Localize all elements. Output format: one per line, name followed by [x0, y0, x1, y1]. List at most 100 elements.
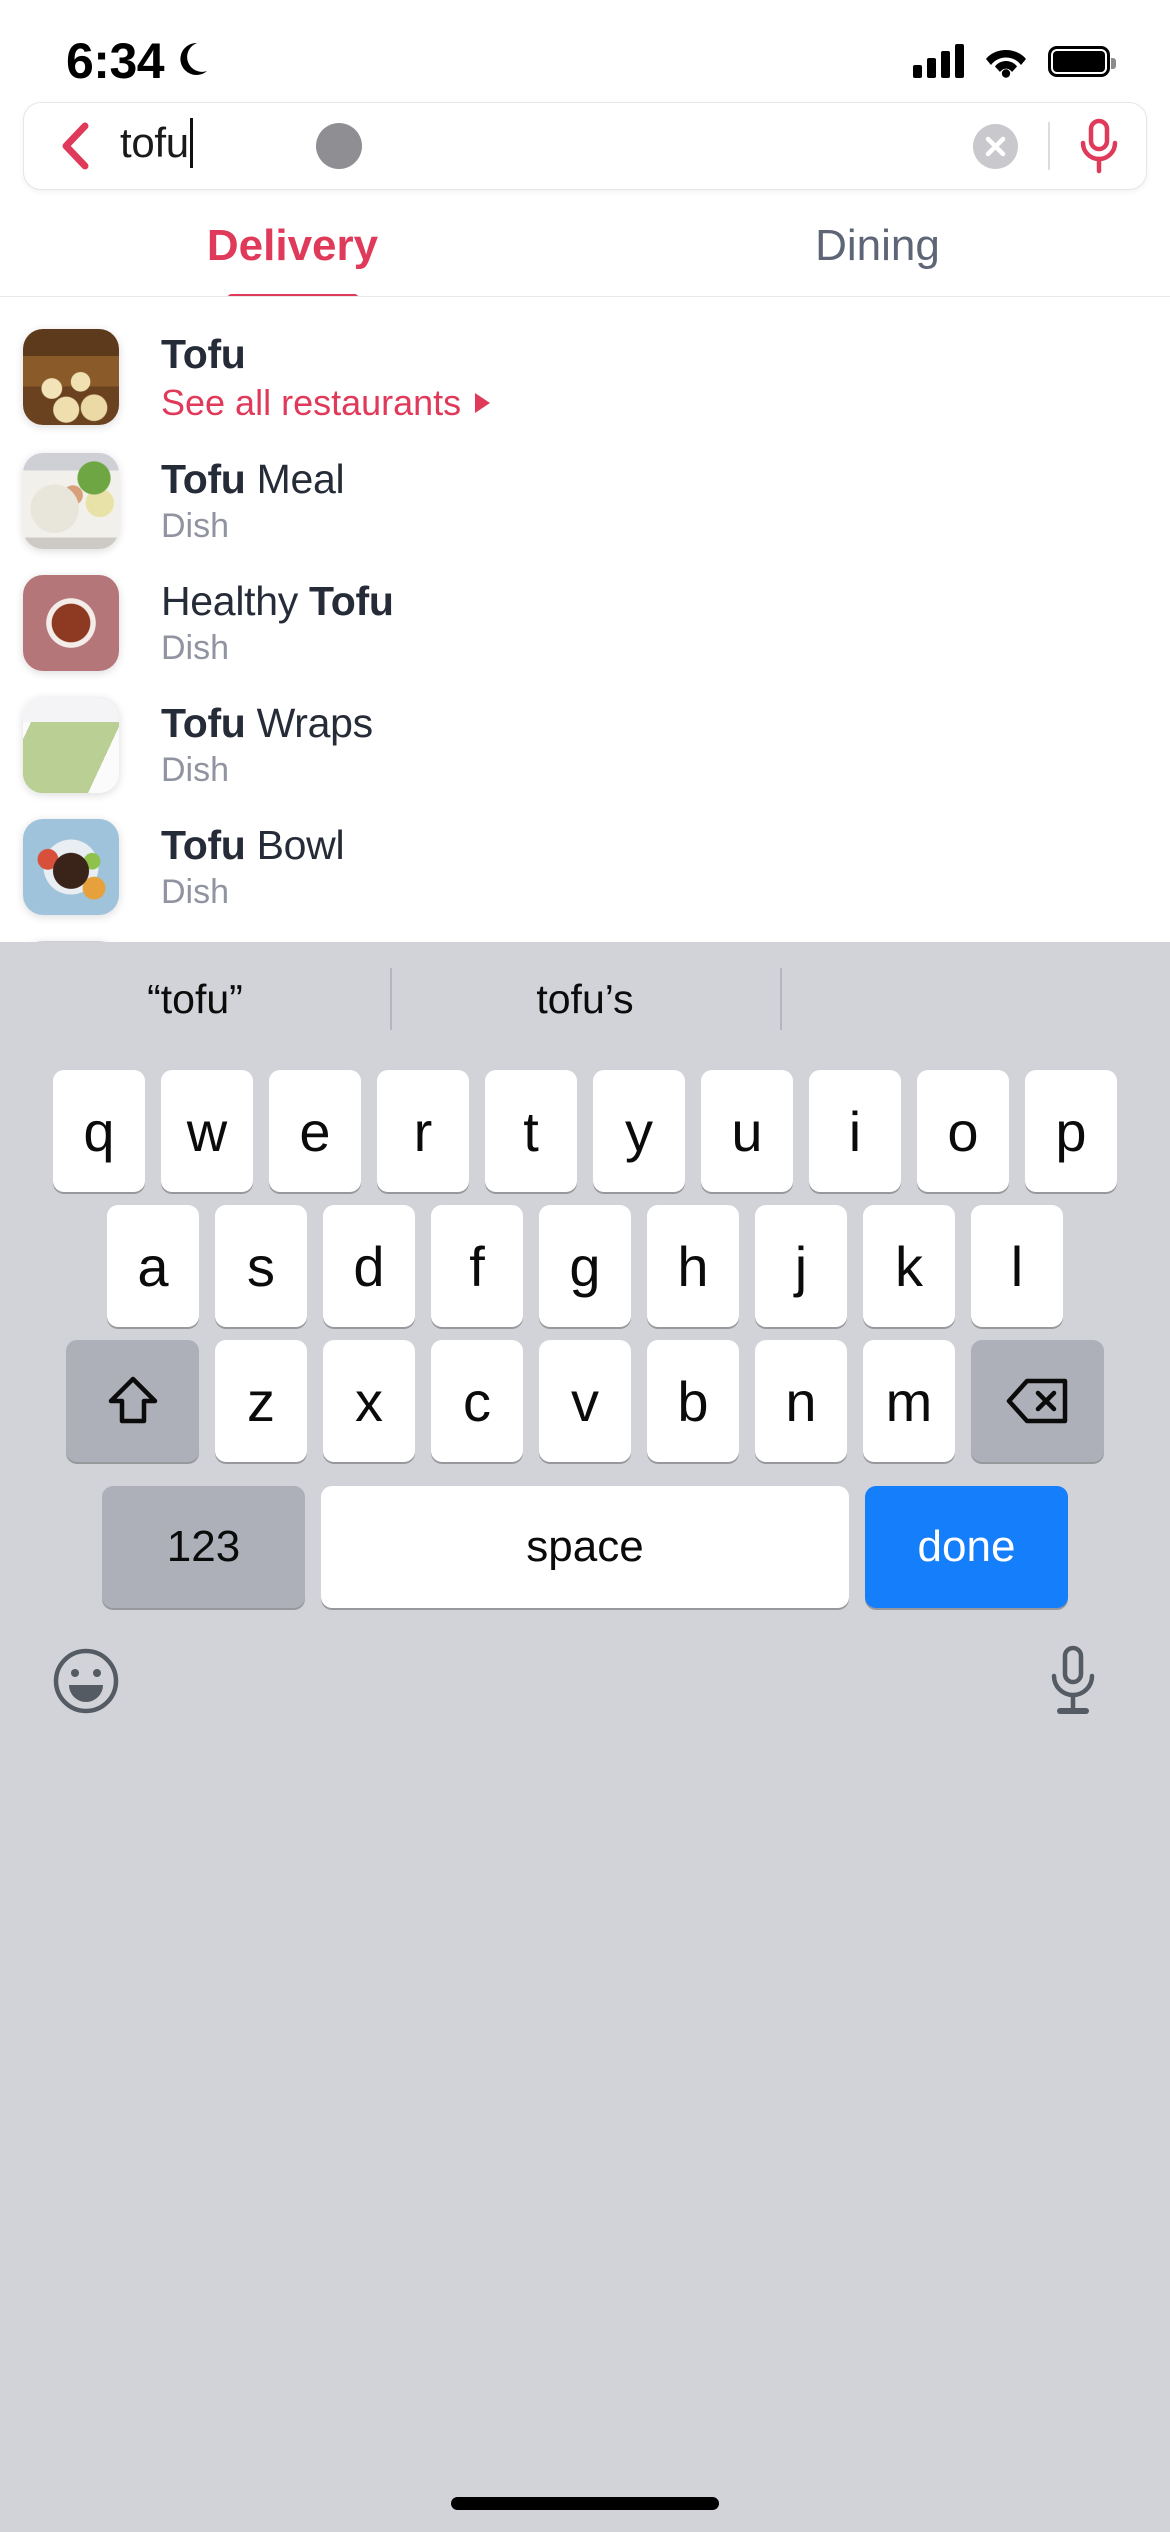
- search-input[interactable]: tofu: [120, 103, 973, 189]
- suggestion-0[interactable]: “tofu”: [0, 942, 390, 1057]
- see-all-restaurants-label: See all restaurants: [161, 381, 462, 423]
- microphone-icon[interactable]: [1078, 118, 1120, 174]
- list-item-title-rest: Meal: [245, 455, 345, 502]
- battery-full-icon: [1048, 45, 1116, 77]
- key-k[interactable]: k: [863, 1205, 955, 1327]
- key-s[interactable]: s: [215, 1205, 307, 1327]
- status-time: 6:34: [66, 33, 165, 89]
- keyboard-row-3: z x c v b n m: [0, 1340, 1170, 1462]
- list-item-title: Healthy Tofu: [161, 579, 394, 623]
- green-wrap-thumbnail: [23, 697, 119, 793]
- backspace-delete-icon: [1006, 1378, 1067, 1424]
- list-item-title: Tofu Wraps: [161, 701, 373, 745]
- crescent-moon-icon: [180, 42, 208, 75]
- search-divider: [1048, 122, 1050, 170]
- list-item[interactable]: Tofu Bowl Dish: [0, 806, 1170, 928]
- suggestion-1[interactable]: tofu’s: [390, 942, 780, 1057]
- key-a[interactable]: a: [107, 1205, 199, 1327]
- key-h[interactable]: h: [647, 1205, 739, 1327]
- list-item-text: Tofu Bowl Dish: [161, 821, 345, 912]
- key-g[interactable]: g: [539, 1205, 631, 1327]
- list-item-title: Tofu Bowl: [161, 821, 345, 868]
- list-item-title-match: Tofu: [161, 330, 246, 377]
- key-c[interactable]: c: [431, 1340, 523, 1462]
- list-item-title: Tofu Meal: [161, 455, 345, 502]
- search-scope-tabs: Delivery Dining: [0, 196, 1170, 296]
- keyboard-row-1: q w e r t y u i o p: [0, 1070, 1170, 1192]
- list-item[interactable]: Tofu Wraps Dish: [0, 684, 1170, 806]
- list-item-title-match: Tofu: [309, 577, 394, 624]
- key-p[interactable]: p: [1025, 1070, 1117, 1192]
- shift-key[interactable]: [66, 1340, 199, 1462]
- key-l[interactable]: l: [971, 1205, 1063, 1327]
- text-cursor: [189, 118, 193, 168]
- list-item-title-match: Tofu: [161, 821, 246, 868]
- clear-circle-icon: [985, 136, 1006, 156]
- key-x[interactable]: x: [323, 1340, 415, 1462]
- space-key[interactable]: space: [321, 1486, 849, 1608]
- key-b[interactable]: b: [647, 1340, 739, 1462]
- see-all-restaurants-link[interactable]: See all restaurants: [161, 381, 491, 423]
- clear-search-button[interactable]: [973, 123, 1018, 169]
- key-u[interactable]: u: [701, 1070, 793, 1192]
- keyboard-suggestion-bar: “tofu” tofu’s: [0, 942, 1170, 1057]
- cellular-signal-icon: [913, 44, 964, 78]
- microphone-dictation-icon[interactable]: [1046, 1644, 1100, 1718]
- list-item[interactable]: Healthy Tofu Dish: [0, 562, 1170, 684]
- tab-dining-label: Dining: [815, 221, 940, 270]
- key-n[interactable]: n: [755, 1340, 847, 1462]
- keyboard-row-4: 123 space done: [0, 1486, 1170, 1608]
- key-e[interactable]: e: [269, 1070, 361, 1192]
- list-item-subtitle: Dish: [161, 750, 230, 789]
- status-bar-right: [913, 44, 1116, 78]
- key-f[interactable]: f: [431, 1205, 523, 1327]
- list-item-text: Healthy Tofu Dish: [161, 579, 394, 668]
- list-item-title-match: Tofu: [161, 455, 246, 502]
- shift-arrow-icon: [108, 1376, 157, 1424]
- search-bar[interactable]: tofu: [23, 102, 1147, 190]
- key-m[interactable]: m: [863, 1340, 955, 1462]
- mapo-tofu-bowl-thumbnail: [23, 575, 119, 671]
- key-j[interactable]: j: [755, 1205, 847, 1327]
- key-z[interactable]: z: [215, 1340, 307, 1462]
- status-bar-left: 6:34: [66, 36, 215, 86]
- key-y[interactable]: y: [593, 1070, 685, 1192]
- list-item-text: Tofu See all restaurants: [161, 330, 491, 423]
- emoji-smiley-icon[interactable]: [52, 1647, 120, 1715]
- numbers-key[interactable]: 123: [102, 1486, 305, 1608]
- chevron-right-icon: [475, 392, 491, 413]
- list-item[interactable]: [0, 928, 1170, 942]
- tab-delivery-label: Delivery: [206, 221, 379, 270]
- key-d[interactable]: d: [323, 1205, 415, 1327]
- back-chevron-icon[interactable]: [58, 122, 92, 170]
- wifi-icon: [986, 50, 1026, 78]
- key-o[interactable]: o: [917, 1070, 1009, 1192]
- suggestion-2[interactable]: [780, 942, 1170, 1057]
- loading-dot-indicator: [315, 123, 362, 169]
- done-key[interactable]: done: [865, 1486, 1068, 1608]
- phone-screen: 6:34 tofu Delivery Dining Tofu See all r…: [0, 0, 1170, 2532]
- list-item-subtitle: Dish: [161, 628, 230, 667]
- key-q[interactable]: q: [53, 1070, 145, 1192]
- dumpling-basket-thumbnail: [23, 329, 119, 425]
- list-item[interactable]: Tofu See all restaurants: [0, 314, 1170, 440]
- list-item-text: Tofu Meal Dish: [161, 455, 345, 546]
- backspace-key[interactable]: [971, 1340, 1104, 1462]
- search-results-list[interactable]: Tofu See all restaurants Tofu Meal Dish: [0, 297, 1170, 942]
- list-item-title: Tofu: [161, 330, 490, 377]
- tab-delivery[interactable]: Delivery: [0, 196, 585, 296]
- key-w[interactable]: w: [161, 1070, 253, 1192]
- key-v[interactable]: v: [539, 1340, 631, 1462]
- list-item-title-rest: Wraps: [245, 699, 374, 746]
- key-r[interactable]: r: [377, 1070, 469, 1192]
- key-t[interactable]: t: [485, 1070, 577, 1192]
- key-i[interactable]: i: [809, 1070, 901, 1192]
- list-item-subtitle: Dish: [161, 506, 230, 545]
- home-indicator[interactable]: [451, 2497, 719, 2510]
- list-item-title-rest: Bowl: [245, 821, 345, 868]
- list-item[interactable]: Tofu Meal Dish: [0, 440, 1170, 562]
- rice-bowl-thumbnail: [23, 819, 119, 915]
- list-item-subtitle: Dish: [161, 872, 230, 911]
- tab-dining[interactable]: Dining: [585, 196, 1170, 296]
- status-bar: 6:34: [0, 0, 1170, 100]
